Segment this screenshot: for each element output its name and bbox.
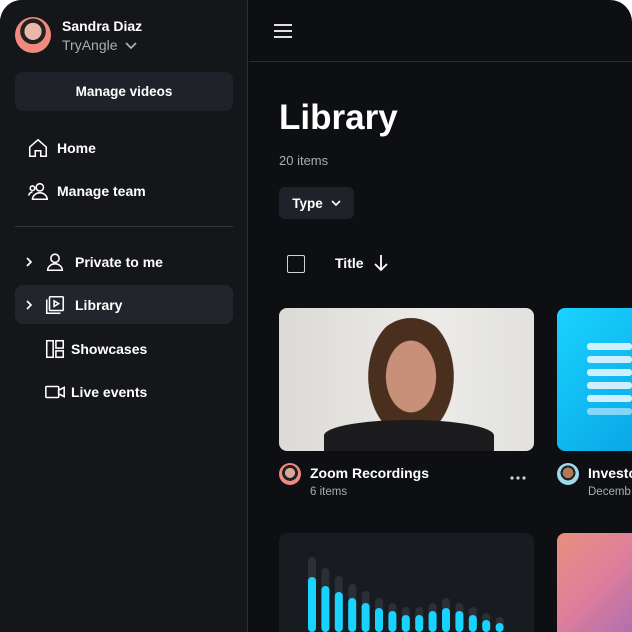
more-options-icon[interactable] [510,476,526,480]
user-name: Sandra Diaz [62,17,143,34]
card-thumbnail-zoom-recordings[interactable] [279,308,534,451]
manage-videos-button[interactable]: Manage videos [15,72,233,111]
hamburger-menu-icon[interactable] [274,23,292,38]
sidebar-item-library[interactable]: Library [15,285,233,324]
bar-fill [442,608,450,632]
top-bar [249,0,632,62]
showcase-icon [45,339,65,358]
sidebar-item-home[interactable]: Home [15,128,233,167]
sidebar-item-live-events[interactable]: Live events [15,372,233,411]
bar-fill [375,608,383,632]
card-thumbnail-gradient[interactable] [557,533,632,632]
sort-by-title[interactable]: Title [335,254,388,272]
item-count: 20 items [279,153,329,168]
chevron-right-icon[interactable] [25,299,33,310]
sidebar: Sandra Diaz TryAngle Manage videos Home … [0,0,248,632]
app-window: Sandra Diaz TryAngle Manage videos Home … [0,0,632,632]
bar-fill [348,598,357,632]
main-content: Library 20 items Type Title Zoom Recordi… [249,0,632,632]
sidebar-item-label: Live events [71,383,148,400]
account-switcher[interactable]: Sandra Diaz TryAngle [15,17,142,53]
type-filter-dropdown[interactable]: Type [279,187,354,219]
card-thumbnail-analytics[interactable] [279,533,534,632]
card-subtitle: 6 items [310,486,348,498]
chevron-down-icon [331,200,341,206]
org-name[interactable]: TryAngle [62,37,142,53]
page-title: Library [279,98,398,137]
sidebar-item-label: Manage team [57,182,146,199]
person-shirt [324,420,494,451]
sort-label: Title [335,255,364,271]
library-icon [45,295,65,314]
sidebar-item-label: Showcases [71,340,148,357]
chevron-down-icon [125,41,138,49]
bar-fill [495,623,504,632]
bar-fill [428,611,437,632]
bar-fill [361,603,370,632]
bar-fill [321,586,330,632]
sidebar-item-label: Library [75,296,123,313]
sidebar-item-manage-team[interactable]: Manage team [15,171,233,210]
chevron-right-icon[interactable] [25,256,33,267]
card-thumbnail-document[interactable] [557,308,632,451]
card-title[interactable]: Zoom Recordings [310,465,429,481]
arrow-down-icon [373,255,388,272]
bar-fill [455,611,464,632]
sidebar-item-showcases[interactable]: Showcases [15,329,233,368]
bar-fill [334,592,343,632]
avatar [279,463,301,485]
bar-graphic [308,557,504,632]
org-label: TryAngle [62,36,118,53]
home-icon [28,138,48,157]
sidebar-item-private[interactable]: Private to me [15,242,233,281]
filter-label: Type [292,195,323,211]
bar-fill [388,611,397,632]
select-all-checkbox[interactable] [287,255,305,273]
sidebar-item-label: Home [57,139,96,156]
bar-fill [308,577,316,632]
bar-fill [468,615,477,632]
camera-icon [45,385,65,398]
avatar [557,463,579,485]
person-icon [46,252,64,271]
divider [15,226,233,227]
bar-fill [482,620,491,632]
document-icon [587,343,632,415]
bar-fill [415,615,424,632]
sidebar-item-label: Private to me [75,253,163,270]
bar-fill [401,615,410,632]
card-title[interactable]: Investo [588,465,632,481]
team-icon [28,182,48,200]
avatar [15,17,51,53]
card-subtitle: Decemb [588,486,631,498]
